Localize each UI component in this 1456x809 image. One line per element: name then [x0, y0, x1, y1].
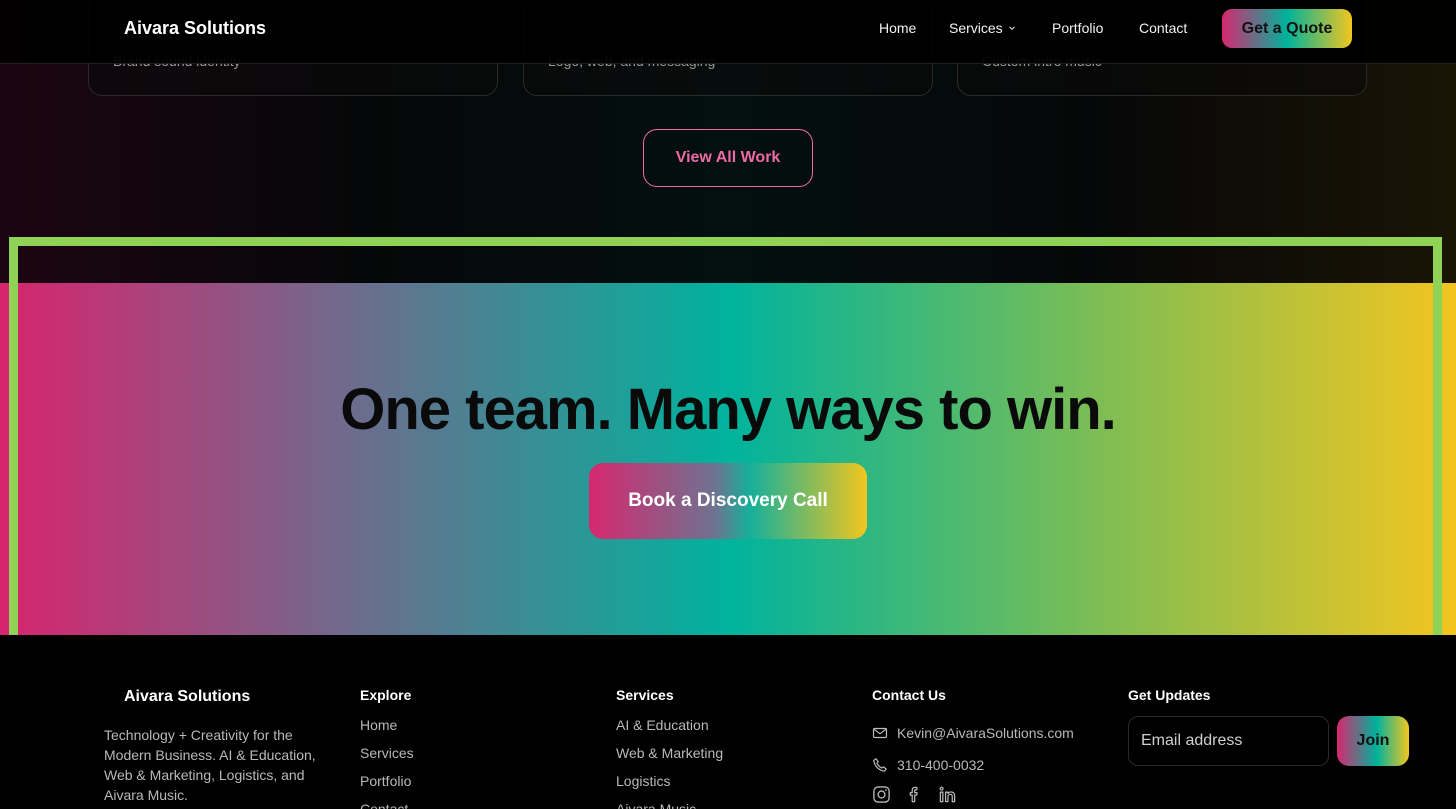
view-all-work-button[interactable]: View All Work	[643, 129, 813, 187]
footer-link-logistics[interactable]: Logistics	[616, 773, 723, 801]
footer-contact-column: Contact Us Kevin@AivaraSolutions.com 310…	[872, 687, 1074, 804]
navbar: Aivara Solutions Home Services Portfolio…	[0, 0, 1456, 64]
chevron-down-icon	[1008, 26, 1015, 31]
brand-logo[interactable]: Aivara Solutions	[124, 18, 266, 39]
social-links	[872, 785, 1074, 804]
footer-brand[interactable]: Aivara Solutions	[124, 688, 250, 706]
footer-explore-heading: Explore	[360, 687, 412, 703]
footer-contact-heading: Contact Us	[872, 687, 946, 703]
contact-phone[interactable]: 310-400-0032	[897, 757, 984, 773]
instagram-icon[interactable]	[872, 785, 891, 804]
cta-band: One team. Many ways to win. Book a Disco…	[0, 283, 1456, 635]
join-button[interactable]: Join	[1337, 716, 1409, 766]
facebook-icon[interactable]	[905, 785, 924, 804]
email-input[interactable]	[1128, 716, 1329, 766]
footer-link-contact[interactable]: Contact	[360, 801, 414, 809]
footer-tagline: Technology + Creativity for the Modern B…	[104, 727, 316, 803]
contact-phone-row[interactable]: 310-400-0032	[872, 749, 1074, 781]
footer-services-column: Services AI & Education Web & Marketing …	[616, 687, 723, 809]
footer-link-home[interactable]: Home	[360, 717, 414, 745]
get-a-quote-button[interactable]: Get a Quote	[1222, 9, 1352, 48]
footer-link-aivara-music[interactable]: Aivara Music	[616, 801, 723, 809]
footer-explore-column: Explore Home Services Portfolio Contact	[360, 687, 414, 809]
footer-link-services[interactable]: Services	[360, 745, 414, 773]
footer-updates-heading: Get Updates	[1128, 687, 1211, 703]
nav-link-contact[interactable]: Contact	[1139, 20, 1187, 36]
footer: Aivara Solutions Technology + Creativity…	[0, 635, 1456, 809]
cta-title: One team. Many ways to win.	[340, 377, 1117, 442]
mail-icon	[872, 727, 888, 739]
phone-icon	[873, 758, 887, 772]
book-discovery-call-button[interactable]: Book a Discovery Call	[589, 463, 867, 539]
footer-link-web-marketing[interactable]: Web & Marketing	[616, 745, 723, 773]
linkedin-icon[interactable]	[938, 785, 957, 804]
footer-link-portfolio[interactable]: Portfolio	[360, 773, 414, 801]
nav-link-services[interactable]: Services	[949, 20, 1016, 36]
nav-services-label: Services	[949, 20, 1003, 36]
nav-link-home[interactable]: Home	[879, 20, 916, 36]
contact-email-row[interactable]: Kevin@AivaraSolutions.com	[872, 717, 1074, 749]
footer-services-heading: Services	[616, 687, 674, 703]
nav-link-portfolio[interactable]: Portfolio	[1052, 20, 1103, 36]
footer-link-ai-education[interactable]: AI & Education	[616, 717, 723, 745]
footer-updates-column: Get Updates Join	[1128, 687, 1409, 766]
contact-email[interactable]: Kevin@AivaraSolutions.com	[897, 725, 1074, 741]
